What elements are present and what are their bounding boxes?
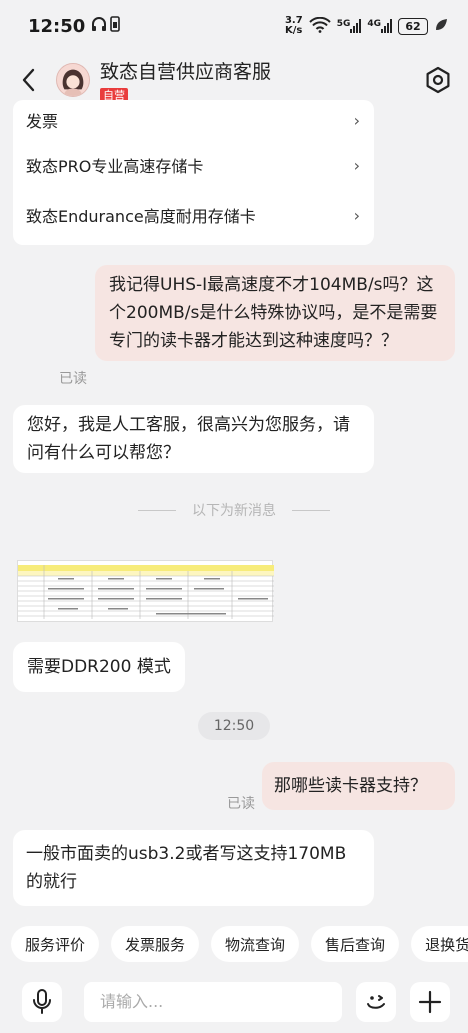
product-menu-card: 发票 › 致态PRO专业高速存储卡 › 致态Endurance高度耐用存储卡 ›: [13, 100, 374, 245]
avatar[interactable]: [56, 63, 90, 97]
message-text: 一般市面卖的usb3.2或者写这支持170MB的就行: [26, 844, 347, 892]
new-messages-divider: 以下为新消息: [0, 499, 468, 521]
quick-action-invoice-service[interactable]: 发票服务: [111, 926, 200, 962]
chevron-right-icon: ›: [353, 155, 360, 175]
plus-icon: [418, 990, 442, 1013]
divider-line: [138, 509, 176, 511]
battery-icon: 62: [398, 17, 428, 35]
message-input-bar: [0, 970, 468, 1033]
chevron-left-icon: [22, 68, 35, 92]
menu-item-pro-card[interactable]: 致态PRO专业高速存储卡 ›: [13, 140, 374, 190]
battery-level: 62: [405, 19, 421, 33]
spec-table-image: [18, 565, 274, 619]
message-text: 您好，我是人工客服，很高兴为您服务，请问有什么可以帮您？: [27, 415, 350, 463]
quick-action-after-sales[interactable]: 售后查询: [311, 926, 400, 962]
chevron-right-icon: ›: [353, 205, 360, 225]
divider-label: 以下为新消息: [192, 503, 276, 519]
status-bar: 12:50 3.7 K/s 5G 4G 62: [0, 0, 468, 52]
quick-action-logistics[interactable]: 物流查询: [211, 926, 300, 962]
menu-item-label: 致态Endurance高度耐用存储卡: [26, 207, 256, 226]
divider-line: [292, 509, 330, 511]
message-text: 那哪些读卡器支持？: [274, 776, 427, 796]
menu-item-invoice[interactable]: 发票 ›: [13, 100, 374, 140]
emoji-button[interactable]: [356, 981, 396, 1022]
menu-item-label: 致态PRO专业高速存储卡: [26, 157, 204, 176]
image-message-thumbnail[interactable]: [17, 560, 274, 622]
wink-emoji-icon: [367, 994, 385, 1009]
microphone-icon: [33, 988, 51, 1014]
net-speed-unit: K/s: [284, 25, 303, 36]
quick-action-service-rating[interactable]: 服务评价: [11, 926, 100, 962]
signal-4g: 4G: [367, 19, 392, 33]
headphones-icon: [91, 16, 107, 37]
user-message-bubble[interactable]: 那哪些读卡器支持？: [262, 762, 455, 810]
message-text: 我记得UHS-I最高速度不才104MB/s吗？这个200MB/s是什么特殊协议吗…: [109, 275, 438, 351]
quick-action-bar: 服务评价 发票服务 物流查询 售后查询 退换货: [0, 926, 468, 964]
signal-4g-label: 4G: [367, 19, 381, 29]
message-input[interactable]: [84, 981, 342, 1022]
settings-button[interactable]: [424, 66, 452, 94]
message-text: 需要DDR200 模式: [27, 657, 171, 677]
chat-title: 致态自营供应商客服: [100, 61, 272, 83]
leaf-icon: [434, 18, 448, 35]
signal-bars-icon: [350, 19, 362, 33]
quick-action-return-exchange[interactable]: 退换货: [411, 926, 468, 962]
agent-message-bubble[interactable]: 需要DDR200 模式: [13, 642, 185, 692]
read-receipt: 已读: [59, 371, 87, 387]
agent-message-bubble[interactable]: 一般市面卖的usb3.2或者写这支持170MB的就行: [13, 830, 374, 906]
signal-5g: 5G: [337, 19, 362, 33]
chevron-right-icon: ›: [353, 110, 360, 130]
agent-message-bubble[interactable]: 您好，我是人工客服，很高兴为您服务，请问有什么可以帮您？: [13, 405, 374, 473]
more-options-button[interactable]: [410, 981, 450, 1022]
gear-icon: [426, 66, 450, 94]
wifi-icon: [308, 16, 331, 36]
net-speed: 3.7 K/s: [285, 16, 303, 36]
agent-avatar-icon: [57, 64, 89, 96]
timestamp-pill: 12:50: [198, 712, 270, 740]
user-message-bubble[interactable]: 我记得UHS-I最高速度不才104MB/s吗？这个200MB/s是什么特殊协议吗…: [95, 265, 455, 361]
menu-item-endurance-card[interactable]: 致态Endurance高度耐用存储卡 ›: [13, 190, 374, 240]
voice-input-button[interactable]: [22, 981, 62, 1022]
sim-card-icon: [110, 15, 121, 37]
menu-item-label: 发票: [26, 112, 59, 131]
signal-bars-icon: [381, 19, 392, 33]
read-receipt: 已读: [227, 796, 255, 812]
signal-5g-label: 5G: [336, 19, 351, 29]
status-time: 12:50: [28, 15, 86, 37]
